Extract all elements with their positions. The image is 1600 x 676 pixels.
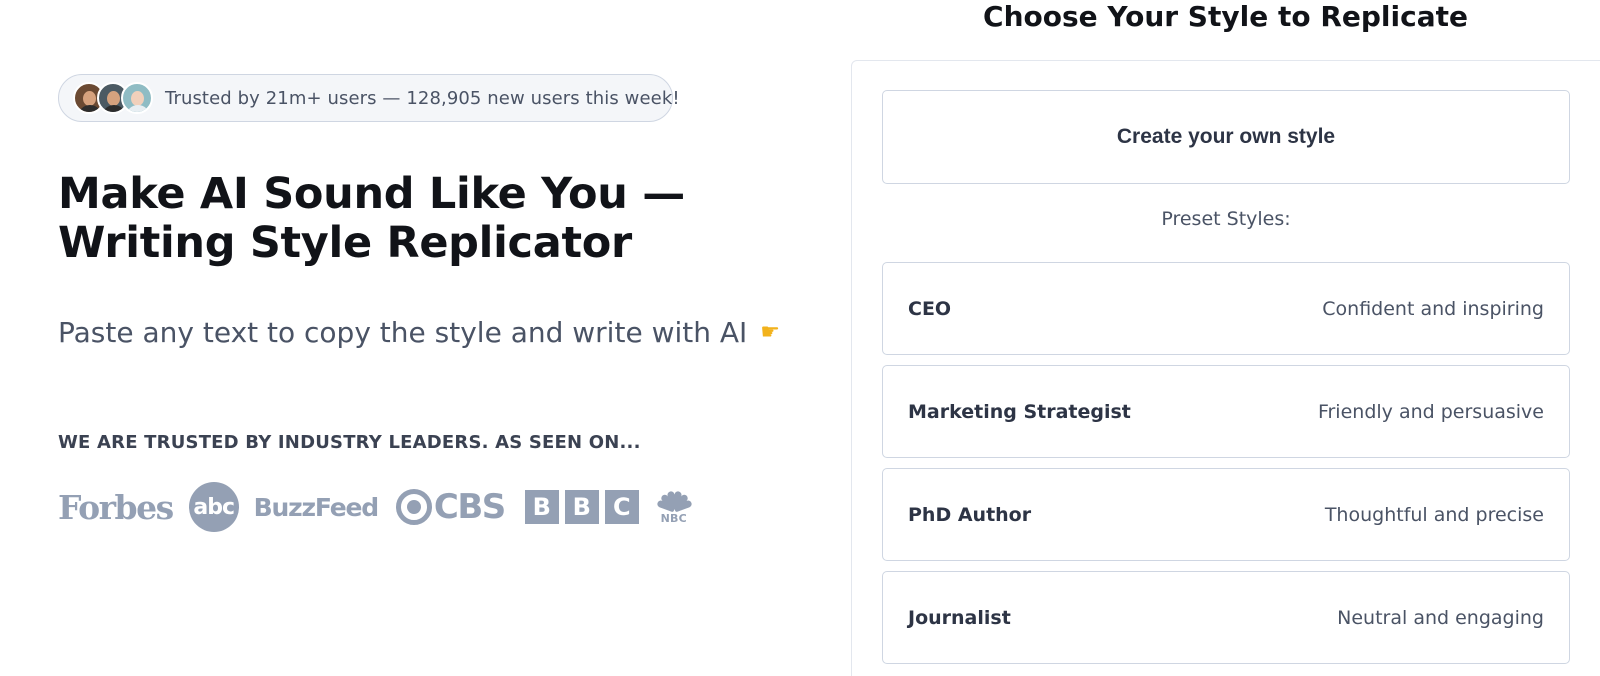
subtitle-text: Paste any text to copy the style and wri…: [58, 316, 748, 349]
abc-logo: abc: [188, 482, 239, 532]
nbc-logo: NBC: [655, 487, 693, 527]
preset-style-name: CEO: [908, 297, 952, 320]
preset-style-description: Friendly and persuasive: [1317, 400, 1544, 423]
bbc-letter: C: [604, 490, 639, 524]
preset-style-phd-author[interactable]: PhD Author Thoughtful and precise: [882, 468, 1570, 561]
seen-on-heading: WE ARE TRUSTED BY INDUSTRY LEADERS. AS S…: [58, 432, 641, 453]
preset-style-journalist[interactable]: Journalist Neutral and engaging: [882, 571, 1570, 664]
user-avatars: [73, 82, 153, 114]
abc-logo-text: abc: [193, 494, 235, 520]
trust-badge: Trusted by 21m+ users — 128,905 new user…: [58, 74, 680, 122]
hero-section: Trusted by 21m+ users — 128,905 new user…: [58, 0, 780, 676]
cbs-logo-text: CBS: [433, 487, 506, 527]
cbs-eye-icon: [395, 489, 432, 525]
bbc-logo: B B C: [524, 490, 639, 524]
preset-styles-label: Preset Styles:: [1161, 208, 1291, 230]
trust-text: Trusted by 21m+ users — 128,905 new user…: [165, 87, 680, 109]
page-subtitle: Paste any text to copy the style and wri…: [58, 316, 780, 349]
avatar: [121, 82, 153, 114]
preset-style-marketing-strategist[interactable]: Marketing Strategist Friendly and persua…: [882, 365, 1570, 458]
preset-style-name: Journalist: [908, 606, 1011, 629]
buzzfeed-logo: BuzzFeed: [253, 492, 379, 522]
pointing-right-icon: ☛: [760, 320, 780, 345]
preset-style-name: Marketing Strategist: [908, 400, 1131, 423]
preset-style-name: PhD Author: [908, 503, 1032, 526]
forbes-logo: Forbes: [58, 487, 174, 527]
preset-style-list: CEO Confident and inspiring Marketing St…: [882, 262, 1570, 674]
cbs-logo: CBS: [395, 487, 506, 527]
create-style-button[interactable]: Create your own style: [882, 90, 1570, 184]
nbc-logo-text: NBC: [660, 512, 687, 525]
preset-style-description: Thoughtful and precise: [1324, 503, 1544, 526]
bbc-letter: B: [524, 490, 559, 524]
preset-style-ceo[interactable]: CEO Confident and inspiring: [882, 262, 1570, 355]
peacock-icon: [656, 487, 693, 513]
press-logos: Forbes abc BuzzFeed CBS B B C NBC: [58, 480, 758, 534]
style-panel-title: Choose Your Style to Replicate: [983, 0, 1468, 33]
preset-style-description: Confident and inspiring: [1322, 297, 1544, 320]
page-title: Make AI Sound Like You — Writing Style R…: [58, 169, 685, 268]
preset-style-description: Neutral and engaging: [1337, 606, 1544, 629]
bbc-letter: B: [564, 490, 599, 524]
